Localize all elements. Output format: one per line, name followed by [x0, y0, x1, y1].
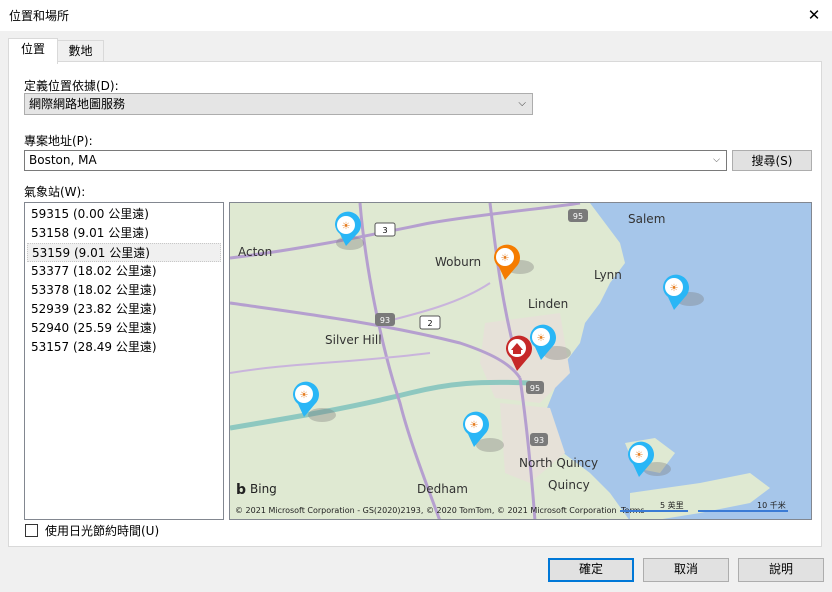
define-location-label: 定義位置依據(D): — [24, 79, 119, 93]
address-value: Boston, MA — [29, 153, 97, 167]
station-item[interactable]: 52939 (23.82 公里遠) — [30, 300, 219, 319]
define-location-value: 網際網路地圖服務 — [29, 97, 126, 111]
svg-text:☀: ☀ — [670, 283, 679, 294]
ok-button[interactable]: 確定 — [548, 558, 634, 582]
route-shield-label: 93 — [380, 316, 390, 325]
highway — [358, 203, 441, 519]
svg-text:☀: ☀ — [635, 450, 644, 461]
place-label: Woburn — [435, 255, 481, 269]
place-label: Acton — [238, 245, 272, 259]
stations-label: 氣象站(W): — [24, 185, 86, 199]
station-item[interactable]: 59315 (0.00 公里遠) — [30, 205, 219, 224]
svg-text:☀: ☀ — [501, 253, 510, 264]
station-item[interactable]: 53377 (18.02 公里遠) — [30, 262, 219, 281]
ocean — [545, 203, 811, 519]
route-shield-label: 95 — [530, 384, 540, 393]
weather-pin-icon[interactable]: ☀ — [462, 411, 504, 452]
svg-text:☀: ☀ — [470, 420, 479, 431]
station-item[interactable]: 53158 (9.01 公里遠) — [30, 224, 219, 243]
route-shield-label: 93 — [534, 436, 544, 445]
window-title: 位置和場所 — [9, 9, 70, 23]
road — [230, 352, 431, 374]
svg-text:☀: ☀ — [537, 333, 546, 344]
cancel-button[interactable]: 取消 — [643, 558, 729, 582]
scale-km-label: 10 千米 — [757, 500, 786, 510]
route-shield-label: 3 — [382, 226, 387, 235]
map-canvas: 95 3 93 2 93 95 Salem Acton Woburn Lynn … — [230, 203, 811, 519]
address-input[interactable]: Boston, MA ⌵ — [24, 150, 727, 171]
chevron-down-icon[interactable]: ⌵ — [713, 151, 720, 170]
tab-location[interactable]: 位置 — [8, 38, 58, 64]
weather-pin-icon[interactable]: ☀ — [334, 211, 364, 250]
route-shield-label: 95 — [573, 212, 583, 221]
map-branding: Bing — [250, 482, 277, 496]
place-label: Dedham — [417, 482, 468, 496]
search-button[interactable]: 搜尋(S) — [732, 150, 812, 171]
place-label: Linden — [528, 297, 568, 311]
place-label: Lynn — [594, 268, 622, 282]
scale-mi-label: 5 英里 — [660, 500, 684, 510]
address-label: 專案地址(P): — [24, 134, 93, 148]
place-label: North Quincy — [519, 456, 598, 470]
help-button[interactable]: 說明 — [738, 558, 824, 582]
station-item[interactable]: 52940 (25.59 公里遠) — [30, 319, 219, 338]
chevron-down-icon: ⌵ — [518, 98, 526, 109]
place-label: Quincy — [548, 478, 590, 492]
place-label: Silver Hill — [325, 333, 382, 347]
station-item-selected[interactable]: 53159 (9.01 公里遠) — [27, 243, 221, 262]
define-location-dropdown[interactable]: 網際網路地圖服務 ⌵ — [24, 93, 533, 115]
dst-checkbox[interactable] — [25, 524, 38, 537]
highway — [230, 203, 581, 260]
bing-logo-icon: b — [236, 482, 246, 498]
title-bar — [0, 0, 832, 31]
place-label: Salem — [628, 212, 665, 226]
stations-list[interactable]: 59315 (0.00 公里遠) 53158 (9.01 公里遠) 53159 … — [24, 202, 224, 520]
svg-text:☀: ☀ — [342, 221, 351, 232]
station-item[interactable]: 53157 (28.49 公里遠) — [30, 338, 219, 357]
close-icon[interactable]: ✕ — [803, 4, 825, 26]
route-shield-label: 2 — [427, 319, 432, 328]
map-copyright: © 2021 Microsoft Corporation - GS(2020)2… — [235, 506, 617, 515]
tab-data[interactable]: 數地 — [57, 40, 104, 62]
svg-text:☀: ☀ — [300, 390, 309, 401]
dst-label: 使用日光節約時間(U) — [45, 524, 160, 538]
weather-station-map[interactable]: 95 3 93 2 93 95 Salem Acton Woburn Lynn … — [229, 202, 812, 520]
station-item[interactable]: 53378 (18.02 公里遠) — [30, 281, 219, 300]
